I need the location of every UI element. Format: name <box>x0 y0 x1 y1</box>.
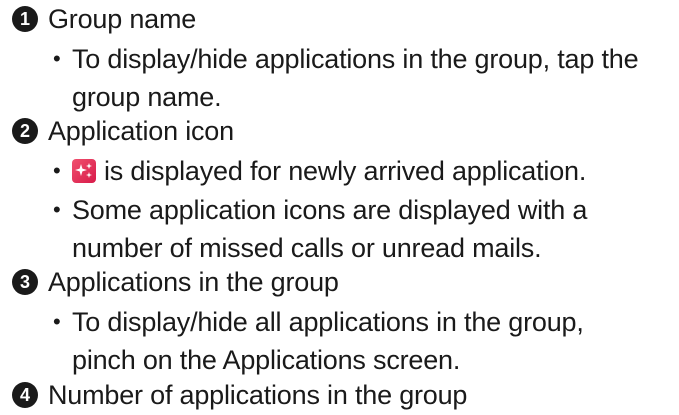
item-2-bullet-1: • is displayed for newly arrived applica… <box>53 152 672 190</box>
new-application-badge-icon <box>72 159 96 183</box>
item-4-title: Number of applications in the group <box>48 379 468 410</box>
item-1-heading: 1 Group name <box>12 1 196 37</box>
bullet-line: is displayed for newly arrived applicati… <box>72 152 672 190</box>
bullet-dot: • <box>53 197 61 222</box>
bullet-dot: • <box>53 158 61 183</box>
item-3-heading: 3 Applications in the group <box>12 264 339 300</box>
bullet-line-text: is displayed for newly arrived applicati… <box>104 156 587 186</box>
item-1-bullet-1: • To display/hide applications in the gr… <box>53 40 672 116</box>
item-2-bullet-2: • Some application icons are displayed w… <box>53 191 672 267</box>
item-1-title: Group name <box>48 3 197 34</box>
item-2-title: Application icon <box>48 115 234 146</box>
bullet-line: To display/hide applications in the grou… <box>72 44 639 74</box>
item-4-number: 4 <box>12 382 38 408</box>
bullet-line: number of missed calls or unread mails. <box>72 233 542 263</box>
bullet-dot: • <box>53 46 61 71</box>
item-2-heading: 2 Application icon <box>12 113 234 149</box>
document: 1 Group name • To display/hide applicati… <box>0 0 679 415</box>
bullet-dot: • <box>53 309 61 334</box>
bullet-line: Some application icons are displayed wit… <box>72 195 588 225</box>
bullet-line: To display/hide all applications in the … <box>72 307 584 337</box>
item-4-heading: 4 Number of applications in the group <box>12 377 467 413</box>
item-3-title: Applications in the group <box>48 266 339 297</box>
item-3-bullet-1: • To display/hide all applications in th… <box>53 303 672 379</box>
item-2-number: 2 <box>12 118 38 144</box>
item-1-number: 1 <box>12 6 38 32</box>
item-3-number: 3 <box>12 269 38 295</box>
bullet-line: group name. <box>72 82 222 112</box>
bullet-line: pinch on the Applications screen. <box>72 345 461 375</box>
